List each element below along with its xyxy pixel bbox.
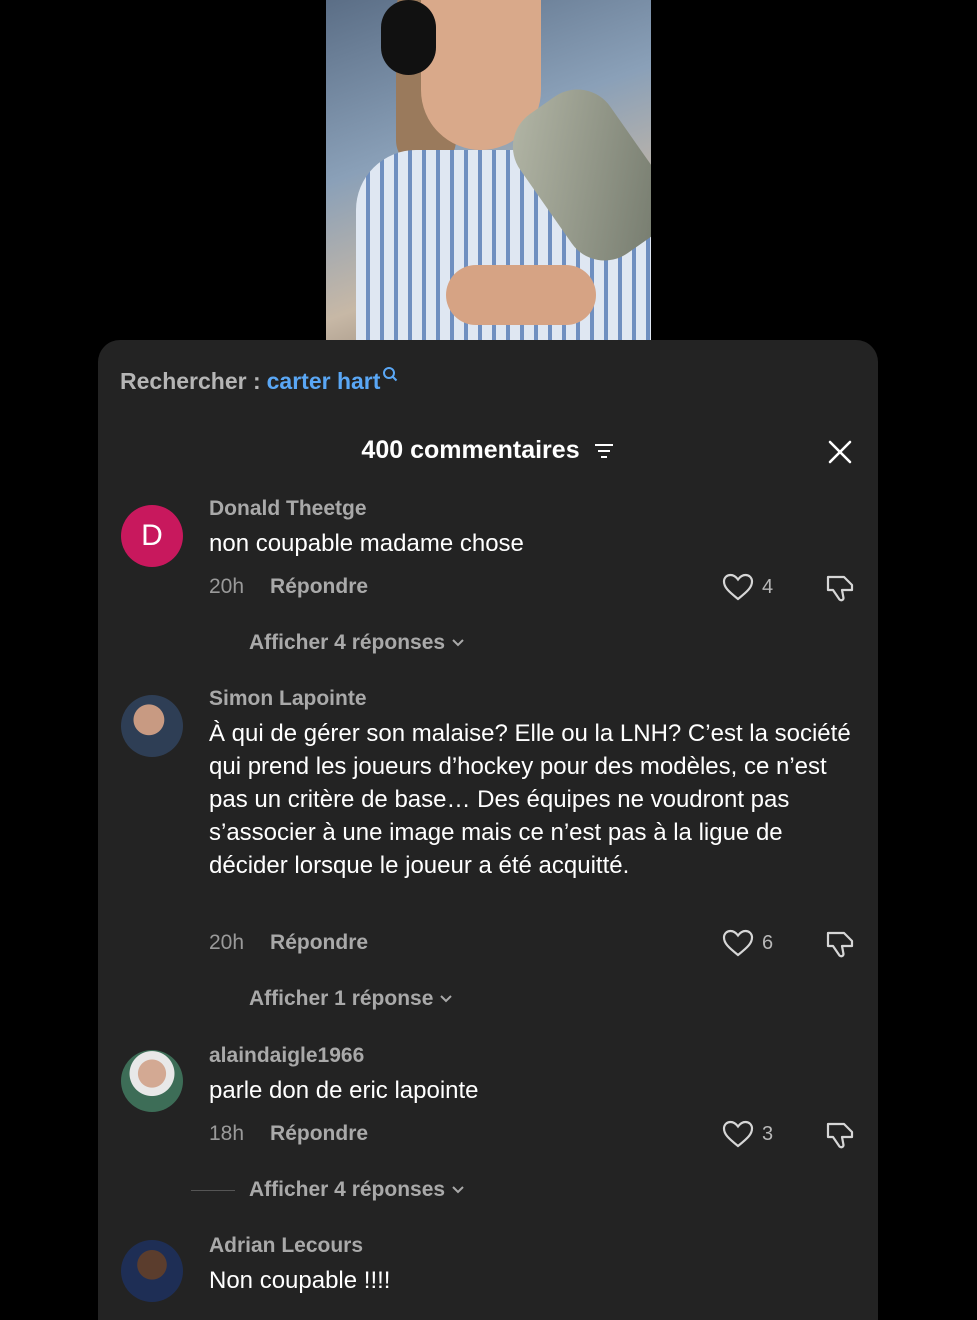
sort-filter-icon[interactable] — [593, 442, 615, 460]
show-replies-label: Afficher 1 réponse — [249, 987, 434, 1010]
comments-header: 400 commentaires — [98, 436, 878, 465]
comment-text: Non coupable !!!! — [209, 1267, 391, 1294]
avatar[interactable]: D — [121, 505, 183, 567]
comment-meta: 18h Répondre — [209, 1122, 368, 1146]
heart-icon — [722, 573, 754, 601]
dislike-icon[interactable] — [824, 572, 856, 604]
dislike-icon[interactable] — [824, 1119, 856, 1151]
like-button[interactable]: 3 — [722, 1120, 773, 1148]
dislike-icon[interactable] — [824, 928, 856, 960]
comment-author[interactable]: alaindaigle1966 — [209, 1044, 364, 1068]
comment-author[interactable]: Adrian Lecours — [209, 1234, 363, 1258]
like-button[interactable]: 4 — [722, 573, 773, 601]
avatar-letter: D — [141, 519, 163, 552]
comment-text: À qui de gérer son malaise? Elle ou la L… — [209, 720, 851, 879]
show-replies-button[interactable]: Afficher 1 réponse — [249, 987, 453, 1011]
comment-text: parle don de eric lapointe — [209, 1077, 479, 1104]
heart-icon — [722, 929, 754, 957]
comment-meta: 20h Répondre — [209, 931, 368, 955]
show-replies-button[interactable]: Afficher 4 réponses — [249, 631, 465, 655]
reply-button[interactable]: Répondre — [270, 575, 368, 598]
comment-author[interactable]: Donald Theetge — [209, 497, 367, 521]
search-suggestion[interactable]: Rechercher : carter hart — [120, 366, 398, 395]
comment-time: 18h — [209, 1122, 245, 1145]
search-icon[interactable] — [382, 366, 398, 382]
chevron-down-icon — [452, 639, 464, 647]
search-prefix: Rechercher : — [120, 368, 261, 394]
reply-button[interactable]: Répondre — [270, 931, 368, 954]
search-query[interactable]: carter hart — [267, 368, 381, 395]
comments-count-title: 400 commentaires — [361, 436, 580, 464]
show-replies-button[interactable]: Afficher 4 réponses — [249, 1178, 465, 1202]
show-replies-label: Afficher 4 réponses — [249, 631, 446, 654]
like-count: 3 — [762, 1122, 774, 1145]
reply-button[interactable]: Répondre — [270, 1122, 368, 1145]
like-button[interactable]: 6 — [722, 929, 773, 957]
chevron-down-icon — [440, 995, 453, 1003]
close-icon[interactable] — [825, 437, 855, 467]
like-count: 4 — [762, 575, 774, 598]
chevron-down-icon — [452, 1186, 464, 1194]
comment-text: non coupable madame chose — [209, 530, 524, 557]
thread-divider — [191, 1190, 235, 1191]
video-preview[interactable] — [326, 0, 651, 340]
avatar[interactable] — [121, 1240, 183, 1302]
comment-author[interactable]: Simon Lapointe — [209, 687, 367, 711]
like-count: 6 — [762, 931, 774, 954]
comment-time: 20h — [209, 931, 245, 954]
comments-sheet: Rechercher : carter hart 400 commentaire… — [98, 340, 878, 1320]
avatar[interactable] — [121, 695, 183, 757]
video-hand — [446, 265, 596, 325]
headphone-shape — [381, 0, 436, 75]
show-replies-label: Afficher 4 réponses — [249, 1178, 446, 1201]
comment-meta: 20h Répondre — [209, 575, 368, 599]
comment-time: 20h — [209, 575, 245, 598]
heart-icon — [722, 1120, 754, 1148]
avatar[interactable] — [121, 1050, 183, 1112]
